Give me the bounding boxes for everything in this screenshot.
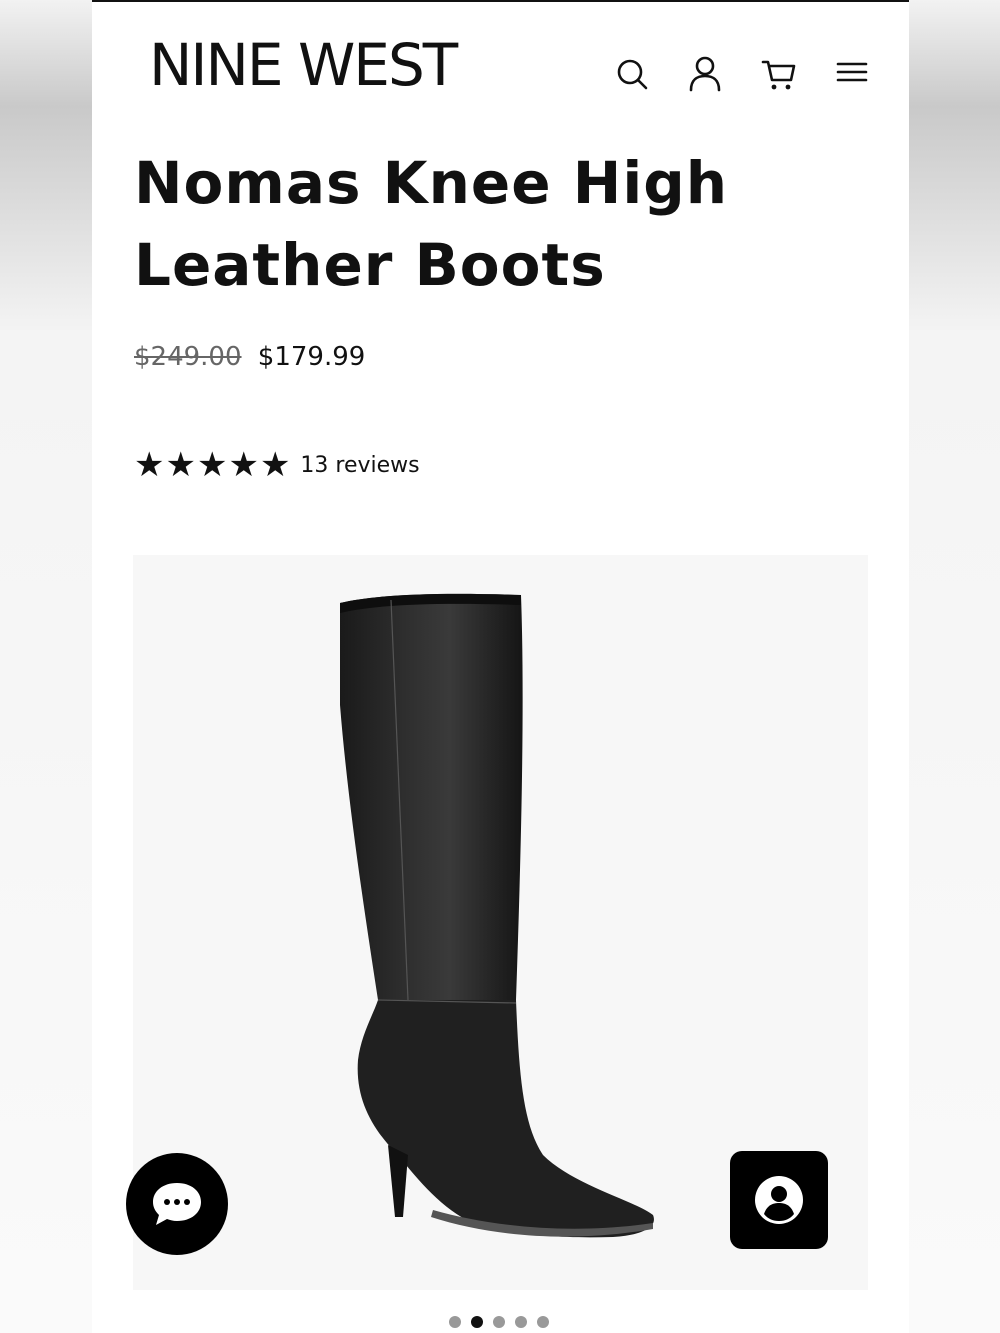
price-block: $249.00 $179.99 [134, 342, 365, 372]
pagination-dot[interactable] [449, 1316, 461, 1328]
pagination-dot[interactable] [537, 1316, 549, 1328]
site-header: NINE WEST [92, 2, 909, 122]
chat-bubble-icon [153, 1183, 201, 1225]
star-icon: ★ [196, 445, 228, 485]
brand-logo[interactable]: NINE WEST [149, 36, 458, 94]
pagination-dot[interactable] [515, 1316, 527, 1328]
account-icon[interactable] [685, 54, 725, 94]
pagination-dot[interactable] [471, 1316, 483, 1328]
rating-summary[interactable]: ★ ★ ★ ★ ★ 13 reviews [134, 448, 420, 482]
product-page: NINE WEST Nomas Knee High Leather Boots … [92, 0, 909, 1333]
gallery-pagination [449, 1316, 549, 1328]
star-icon: ★ [228, 445, 259, 485]
star-rating: ★ ★ ★ ★ ★ [134, 448, 290, 482]
support-account-button[interactable] [730, 1151, 828, 1249]
sale-price: $179.99 [257, 342, 366, 372]
cart-icon[interactable] [759, 54, 799, 94]
star-icon: ★ [165, 445, 196, 485]
star-icon: ★ [259, 445, 291, 485]
user-circle-icon [755, 1176, 803, 1224]
menu-icon[interactable] [832, 54, 872, 94]
original-price: $249.00 [134, 342, 242, 372]
search-icon[interactable] [612, 54, 652, 94]
product-title: Nomas Knee High Leather Boots [134, 149, 729, 299]
star-icon: ★ [134, 445, 165, 485]
chat-button[interactable] [126, 1153, 228, 1255]
reviews-link[interactable]: 13 reviews [300, 453, 419, 478]
pagination-dot[interactable] [493, 1316, 505, 1328]
